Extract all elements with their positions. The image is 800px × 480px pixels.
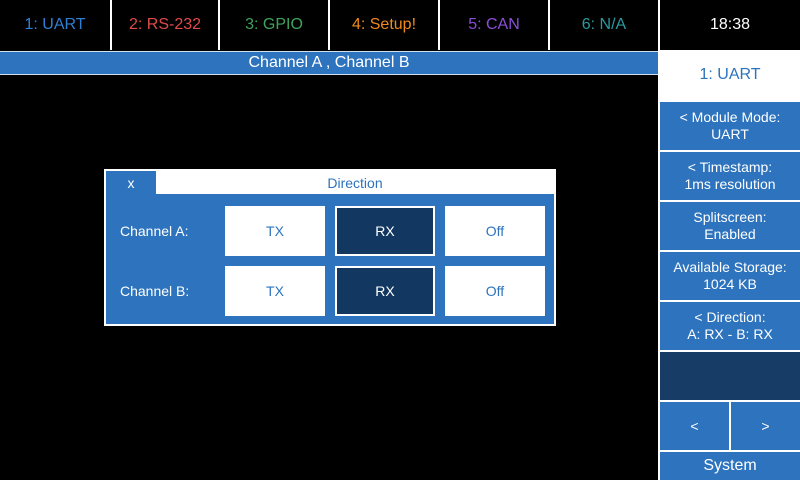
chevron-right-icon: > xyxy=(761,418,770,434)
direction-button[interactable]: < Direction: A: RX - B: RX xyxy=(660,302,800,350)
storage-button[interactable]: Available Storage: 1024 KB xyxy=(660,252,800,300)
channel-b-tx-option[interactable]: TX xyxy=(225,266,325,316)
sidebar-empty-slot xyxy=(660,352,800,400)
tab-gpio-label: 3: GPIO xyxy=(245,16,303,33)
splitscreen-value: Enabled xyxy=(704,226,756,242)
option-label: Off xyxy=(485,223,505,239)
timestamp-value: 1ms resolution xyxy=(684,176,776,192)
tab-uart[interactable]: 1: UART xyxy=(0,0,110,50)
channel-a-off-option[interactable]: Off xyxy=(445,206,545,256)
tab-rs232[interactable]: 2: RS-232 xyxy=(112,0,218,50)
close-button[interactable]: x xyxy=(106,171,156,194)
tab-setup-label: 4: Setup! xyxy=(351,16,417,33)
storage-label: Available Storage: xyxy=(673,259,787,275)
top-tab-bar: 1: UART 2: RS-232 3: GPIO 4: Setup! 5: C… xyxy=(0,0,800,50)
timestamp-button[interactable]: < Timestamp: 1ms resolution xyxy=(660,152,800,200)
dialog-title: Direction xyxy=(156,171,554,194)
option-label: TX xyxy=(266,283,284,299)
tab-can-label: 5: CAN xyxy=(468,16,520,33)
option-label: RX xyxy=(375,283,395,299)
channel-header: Channel A , Channel B xyxy=(0,51,658,75)
direction-label: < Direction: xyxy=(694,309,766,325)
direction-dialog: x Direction Channel A: TX RX Off Channel… xyxy=(104,169,556,326)
clock: 18:38 xyxy=(709,16,751,33)
tab-na[interactable]: 6: N/A xyxy=(550,0,658,50)
channel-b-rx-option[interactable]: RX xyxy=(335,266,435,316)
tab-na-label: 6: N/A xyxy=(581,16,627,33)
tab-uart-label: 1: UART xyxy=(24,16,86,33)
channel-a-tx-option[interactable]: TX xyxy=(225,206,325,256)
channel-header-label: Channel A , Channel B xyxy=(248,54,410,71)
tab-setup[interactable]: 4: Setup! xyxy=(330,0,438,50)
channel-a-label: Channel A: xyxy=(120,223,189,239)
timestamp-label: < Timestamp: xyxy=(687,159,773,175)
option-label: RX xyxy=(375,223,395,239)
next-page-button[interactable]: > xyxy=(731,402,800,450)
sidebar: 1: UART < Module Mode: UART < Timestamp:… xyxy=(658,50,800,480)
module-mode-label: < Module Mode: xyxy=(679,109,781,125)
channel-b-label: Channel B: xyxy=(120,283,190,299)
splitscreen-button[interactable]: Splitscreen: Enabled xyxy=(660,202,800,250)
module-mode-value: UART xyxy=(711,126,749,142)
close-icon: x xyxy=(127,174,135,191)
system-label: System xyxy=(703,457,757,474)
prev-page-button[interactable]: < xyxy=(660,402,729,450)
system-button[interactable]: System xyxy=(660,452,800,480)
module-mode-button[interactable]: < Module Mode: UART xyxy=(660,102,800,150)
sidebar-title: 1: UART xyxy=(660,50,800,100)
dialog-title-label: Direction xyxy=(327,174,383,191)
direction-value: A: RX - B: RX xyxy=(687,326,773,342)
tab-rs232-label: 2: RS-232 xyxy=(128,16,202,33)
tab-can[interactable]: 5: CAN xyxy=(440,0,548,50)
channel-a-rx-option[interactable]: RX xyxy=(335,206,435,256)
option-label: TX xyxy=(266,223,284,239)
splitscreen-label: Splitscreen: xyxy=(693,209,767,225)
option-label: Off xyxy=(485,283,505,299)
channel-b-off-option[interactable]: Off xyxy=(445,266,545,316)
tab-gpio[interactable]: 3: GPIO xyxy=(220,0,328,50)
chevron-left-icon: < xyxy=(690,418,699,434)
storage-value: 1024 KB xyxy=(703,276,757,292)
